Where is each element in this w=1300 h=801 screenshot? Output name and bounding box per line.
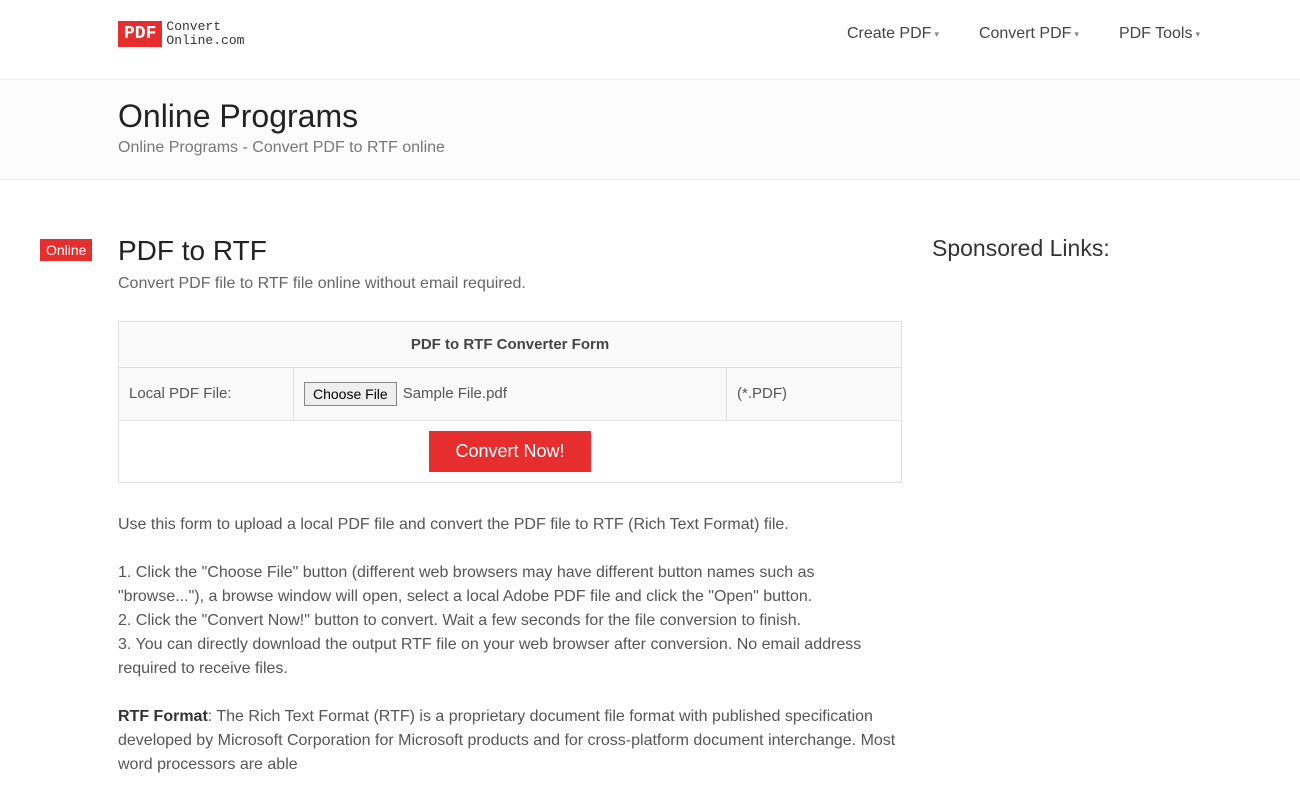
intro-text: Use this form to upload a local PDF file… xyxy=(118,513,902,537)
section-subtitle: Convert PDF file to RTF file online with… xyxy=(118,275,902,293)
selected-file-name: Sample File.pdf xyxy=(403,385,507,402)
convert-now-button[interactable]: Convert Now! xyxy=(429,431,590,472)
main-column: PDF to RTF Convert PDF file to RTF file … xyxy=(118,235,902,801)
page-subtitle: Online Programs - Convert PDF to RTF onl… xyxy=(118,139,1182,157)
choose-file-button[interactable]: Choose File xyxy=(304,382,397,406)
chevron-down-icon: ▾ xyxy=(1195,29,1200,40)
sponsored-links-title: Sponsored Links: xyxy=(932,235,1182,262)
nav-create-pdf[interactable]: Create PDF▾ xyxy=(847,25,939,43)
section-title: PDF to RTF xyxy=(118,235,902,267)
converter-form: PDF to RTF Converter Form Local PDF File… xyxy=(118,321,902,483)
nav-convert-pdf[interactable]: Convert PDF▾ xyxy=(979,25,1079,43)
sidebar-column: Sponsored Links: xyxy=(932,235,1182,801)
online-badge: Online xyxy=(40,239,92,261)
page-title: Online Programs xyxy=(118,98,1182,135)
logo-badge: PDF xyxy=(118,21,162,47)
chevron-down-icon: ▾ xyxy=(934,29,939,40)
form-header: PDF to RTF Converter Form xyxy=(119,321,902,367)
rtf-format-text: RTF Format: The Rich Text Format (RTF) i… xyxy=(118,705,902,777)
logo[interactable]: PDF ConvertOnline.com xyxy=(118,20,244,49)
file-input-cell: Choose File Sample File.pdf xyxy=(294,367,727,420)
title-section: Online Programs Online Programs - Conver… xyxy=(0,79,1300,180)
file-extension-hint: (*.PDF) xyxy=(727,367,902,420)
logo-text: ConvertOnline.com xyxy=(166,20,244,49)
steps-text: 1. Click the "Choose File" button (diffe… xyxy=(118,561,902,681)
main-nav: Create PDF▾ Convert PDF▾ PDF Tools▾ xyxy=(847,25,1200,43)
label-local-file: Local PDF File: xyxy=(119,367,294,420)
chevron-down-icon: ▾ xyxy=(1074,29,1079,40)
nav-pdf-tools[interactable]: PDF Tools▾ xyxy=(1119,25,1200,43)
